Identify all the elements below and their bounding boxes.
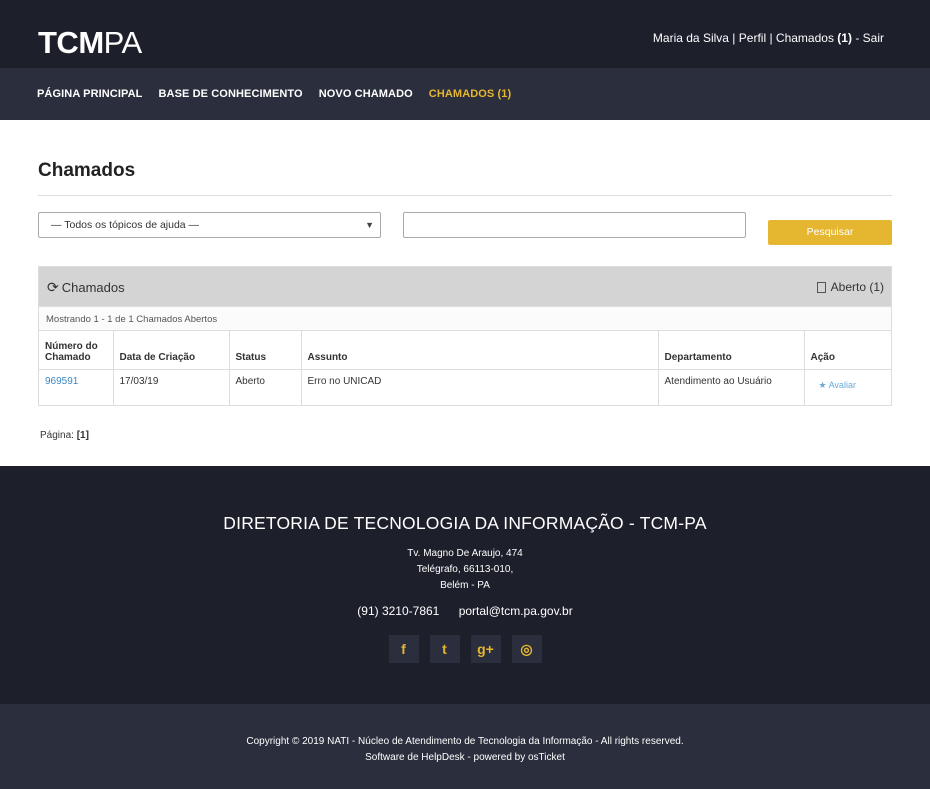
document-icon [816,281,826,293]
cell-action: ★ Avaliar [803,369,891,405]
address-line: Belém - PA [440,580,490,591]
status-filter-label: Aberto (1) [830,280,884,294]
ticket-filters: — Todos os tópicos de ajuda — ▼ Pesquisa… [38,196,892,266]
logo-text-light: PA [103,25,143,60]
my-tickets-link[interactable]: Chamados (1) [776,31,852,45]
nav-tickets[interactable]: CHAMADOS (1) [429,88,511,100]
chevron-down-icon: ▼ [365,220,374,230]
logo-text-bold: TC [38,25,79,60]
powered-by-text: Software de HelpDesk - powered by osTick… [365,752,565,763]
help-topic-select[interactable]: — Todos os tópicos de ajuda — ▼ [38,212,381,238]
col-action: Ação [803,330,891,370]
my-tickets-count: (1) [837,31,852,45]
facebook-icon[interactable]: f [388,635,419,663]
instagram-icon[interactable]: ◎ [511,635,542,663]
separator: - [855,31,860,45]
rate-label: Avaliar [828,380,856,390]
col-created[interactable]: Data de Criação [112,330,229,370]
main-content: Chamados — Todos os tópicos de ajuda — ▼… [0,120,930,466]
footer-address: Tv. Magno De Araujo, 474 Telégrafo, 6611… [0,546,930,594]
top-header: TC M PA Maria da Silva | Perfil | Chamad… [0,0,930,68]
copyright-text: Copyright © 2019 NATI - Núcleo de Atendi… [246,736,684,747]
col-department[interactable]: Departamento [657,330,804,370]
tickets-panel: ⟳ Chamados Aberto (1) Mostrando 1 - 1 de… [38,266,892,406]
logout-link[interactable]: Sair [863,31,884,45]
col-subject[interactable]: Assunto [300,330,658,370]
col-status[interactable]: Status [228,330,301,370]
pagination-current[interactable]: [1] [77,430,89,441]
address-line: Tv. Magno De Araujo, 474 [407,548,523,559]
page-title: Chamados [38,120,892,196]
my-tickets-label: Chamados [775,31,834,45]
tcm-pa-logo[interactable]: TC M PA [38,25,143,60]
nav-new-ticket[interactable]: NOVO CHAMADO [319,88,413,100]
col-number[interactable]: Número do Chamado [39,330,113,370]
google-plus-icon[interactable]: g+ [470,635,501,663]
panel-title-text: Chamados [61,280,125,295]
results-count: Mostrando 1 - 1 de 1 Chamados Abertos [39,306,891,330]
table-header-row: Número do Chamado Data de Criação Status … [39,330,891,370]
copyright-bar: Copyright © 2019 NATI - Núcleo de Atendi… [0,704,930,789]
help-topic-selected: — Todos os tópicos de ajuda — [51,219,200,231]
search-button[interactable]: Pesquisar [768,220,892,245]
ticket-number-link[interactable]: 969591 [45,376,78,387]
separator: | [769,31,773,45]
user-menu: Maria da Silva | Perfil | Chamados (1) -… [653,31,884,45]
star-icon: ★ [818,380,827,390]
col-number-line1: Número do [45,341,98,352]
cell-subject: Erro no UNICAD [300,369,658,405]
panel-header: ⟳ Chamados Aberto (1) [39,267,891,306]
cell-status: Aberto [228,369,301,405]
tickets-table: Número do Chamado Data de Criação Status … [39,330,891,405]
profile-link[interactable]: Perfil [739,31,766,45]
footer-title: DIRETORIA DE TECNOLOGIA DA INFORMAÇÃO - … [223,513,707,533]
separator: | [732,31,736,45]
footer-contact: (91) 3210-7861 portal@tcm.pa.gov.br [0,604,930,618]
nav-home[interactable]: PÁGINA PRINCIPAL [37,88,143,100]
pagination-label: Página: [40,429,74,441]
footer-email[interactable]: portal@tcm.pa.gov.br [459,604,573,618]
logo-text-m: M [78,25,104,60]
search-input[interactable] [403,212,746,238]
social-links: f t g+ ◎ [0,635,930,663]
cell-department: Atendimento ao Usuário [657,369,804,405]
pagination: Página: [1] [40,430,892,441]
address-line: Telégrafo, 66113-010, [416,564,514,575]
twitter-icon[interactable]: t [429,635,460,663]
nav-knowledge-base[interactable]: BASE DE CONHECIMENTO [159,88,303,100]
cell-number: 969591 [39,369,113,405]
user-name-link[interactable]: Maria da Silva [653,31,729,45]
main-nav: PÁGINA PRINCIPAL BASE DE CONHECIMENTO NO… [0,68,930,120]
footer: DIRETORIA DE TECNOLOGIA DA INFORMAÇÃO - … [0,466,930,704]
cell-created: 17/03/19 [112,369,229,405]
col-number-line2: Chamado [45,352,91,363]
rate-button[interactable]: ★ Avaliar [811,380,856,391]
footer-phone: (91) 3210-7861 [357,604,440,618]
refresh-icon[interactable]: ⟳ [47,279,59,296]
table-row: 969591 17/03/19 Aberto Erro no UNICAD At… [39,369,891,405]
status-filter[interactable]: Aberto (1) [816,280,884,294]
panel-title[interactable]: ⟳ Chamados [47,279,125,296]
